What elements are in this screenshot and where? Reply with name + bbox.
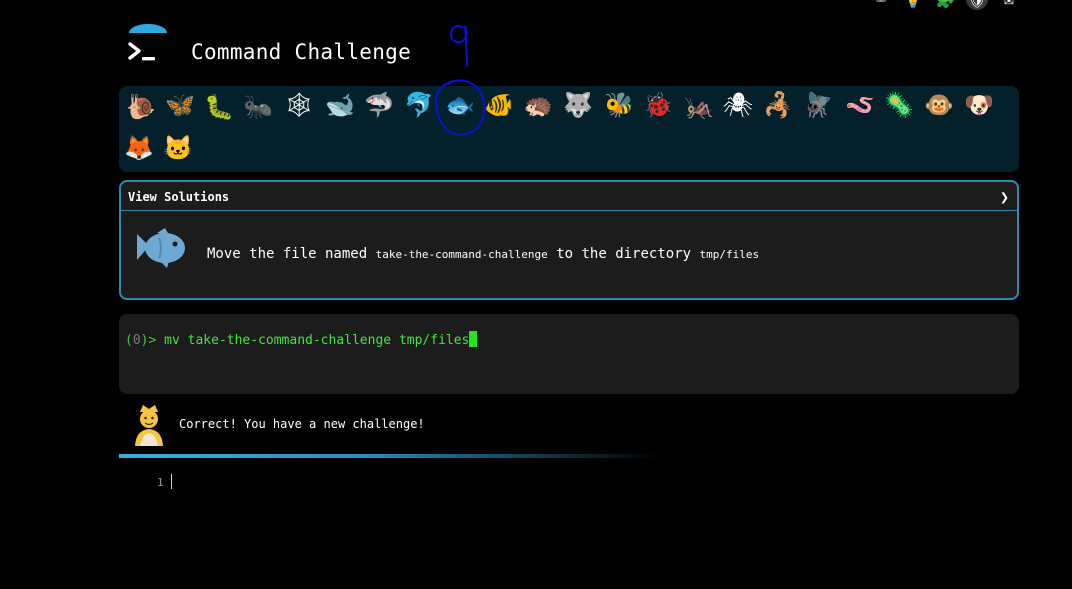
puzzle-ext-icon[interactable]: 🧩 xyxy=(934,0,956,10)
editor-caret[interactable] xyxy=(171,474,172,489)
challenge-picker: 🐌 🦋 🐛 🐜 🕸 🐋 🦈 🐬 🐟 🐠 🦔 🐺 🐝 🐞 🦗 🕷 🦂 🪰 🪱 🦠 🐵 🐶 🦊 🐱 xyxy=(119,86,1019,172)
terminal-ext-icon[interactable]: ⌨ xyxy=(870,0,892,10)
cat-icon[interactable]: 🐱 xyxy=(161,131,195,165)
editor-line-number: 1 xyxy=(157,476,164,489)
terminal[interactable]: (0)> mv take-the-command-challenge tmp/f… xyxy=(119,314,1019,394)
extension-bar: ⌨ 💡 🧩 🛡 ✉ xyxy=(870,0,1020,10)
task-dir: tmp/files xyxy=(699,248,760,261)
spider-icon[interactable]: 🕷 xyxy=(721,88,755,122)
microbe-icon[interactable]: 🦠 xyxy=(882,88,916,122)
card-divider xyxy=(121,210,1017,211)
ladybug-icon[interactable]: 🐞 xyxy=(641,88,675,122)
scorpion-icon[interactable]: 🦂 xyxy=(761,88,795,122)
worm-icon[interactable]: 🪱 xyxy=(843,88,877,122)
snail-icon[interactable]: 🐌 xyxy=(124,90,158,124)
task-middle: to the directory xyxy=(547,246,700,262)
caterpillar-icon[interactable]: 🐛 xyxy=(202,90,236,124)
terminal-logo-icon xyxy=(128,24,167,61)
mascot-avatar xyxy=(135,405,163,446)
cricket-icon[interactable]: 🦗 xyxy=(682,90,716,124)
hedgehog-icon[interactable]: 🦔 xyxy=(521,88,555,122)
challenge-card: View Solutions ❯ Move the file named tak… xyxy=(119,180,1019,300)
fox-icon[interactable]: 🦊 xyxy=(122,131,156,165)
butterfly-icon[interactable]: 🦋 xyxy=(163,88,197,122)
wolf-icon[interactable]: 🐺 xyxy=(561,88,595,122)
shark-icon[interactable]: 🦈 xyxy=(362,88,396,122)
dog-icon[interactable]: 🐶 xyxy=(962,88,996,122)
fly-icon[interactable]: 🪰 xyxy=(801,88,835,122)
fish-icon[interactable]: 🐟 xyxy=(443,88,477,122)
prompt-open: ( xyxy=(125,333,133,348)
page-title: Command Challenge xyxy=(191,40,412,64)
task-prefix: Move the file named xyxy=(207,246,376,262)
ant-icon[interactable]: 🐜 xyxy=(241,90,275,124)
task-file: take-the-command-challenge xyxy=(375,248,548,261)
feedback-message: Correct! You have a new challenge! xyxy=(179,417,425,431)
terminal-line[interactable]: (0)> mv take-the-command-challenge tmp/f… xyxy=(125,331,478,348)
terminal-cursor xyxy=(469,331,478,347)
bee-icon[interactable]: 🐝 xyxy=(602,88,636,122)
prompt-close: )> xyxy=(140,333,165,348)
tropical-fish-icon[interactable]: 🐠 xyxy=(482,88,516,122)
view-solutions-button[interactable]: View Solutions xyxy=(128,190,229,204)
shield-ext-icon[interactable]: 🛡 xyxy=(966,0,988,10)
dolphin-icon[interactable]: 🐬 xyxy=(402,88,436,122)
monkey-icon[interactable]: 🐵 xyxy=(922,88,956,122)
fish-icon xyxy=(137,228,185,268)
spider-web-icon[interactable]: 🕸 xyxy=(282,88,316,122)
mail-ext-icon[interactable]: ✉ xyxy=(998,0,1020,10)
challenge-task: Move the file named take-the-command-cha… xyxy=(207,246,759,262)
whale-icon[interactable]: 🐋 xyxy=(323,88,357,122)
chevron-right-icon[interactable]: ❯ xyxy=(1000,188,1009,206)
lightbulb-ext-icon[interactable]: 💡 xyxy=(902,0,924,10)
command-input[interactable]: mv take-the-command-challenge tmp/files xyxy=(164,333,469,348)
prompt-count: 0 xyxy=(132,333,141,348)
progress-bar xyxy=(119,454,659,458)
